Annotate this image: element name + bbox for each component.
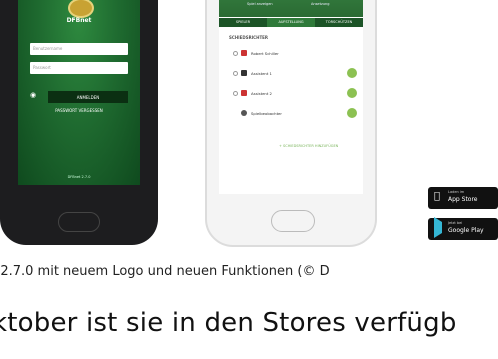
google-play-icon bbox=[434, 217, 442, 238]
list-item-label: Assistent 2 bbox=[251, 91, 272, 96]
home-button bbox=[58, 212, 100, 232]
list-item-label: Spielbeobachter bbox=[251, 111, 282, 116]
tab-bar: SPIELER AUFSTELLUNG TORSCHÜTZEN bbox=[219, 18, 363, 27]
whistle-icon bbox=[241, 50, 247, 56]
login-screen: DFBnet Benutzername Passwort ◉ ANMELDEN … bbox=[18, 0, 140, 185]
app-store-label: App Store bbox=[448, 196, 478, 203]
add-referee-link[interactable]: + SCHIEDSRICHTER HINZUFÜGEN bbox=[279, 144, 338, 148]
promo-image: DFBnet Benutzername Passwort ◉ ANMELDEN … bbox=[0, 0, 498, 250]
list-item-label: Assistent 1 bbox=[251, 71, 272, 76]
list-item[interactable]: Assistent 1 bbox=[233, 68, 357, 80]
app-store-small-label: Laden im bbox=[448, 190, 465, 194]
add-icon[interactable] bbox=[347, 88, 357, 98]
tab-players[interactable]: SPIELER bbox=[219, 18, 267, 27]
apple-icon:  bbox=[434, 192, 440, 202]
version-footer: DFBnet 2.7.0 bbox=[67, 175, 91, 179]
tab-scorers[interactable]: TORSCHÜTZEN bbox=[315, 18, 363, 27]
header-left-label: Spiel anzeigen bbox=[247, 2, 273, 6]
list-item[interactable]: Spielbeobachter bbox=[233, 108, 357, 120]
brand-label: DFBnet bbox=[66, 17, 92, 24]
image-caption: op 2.7.0 mit neuem Logo und neuen Funkti… bbox=[0, 264, 330, 279]
match-screen: Spiel anzeigen Ansetzung SPIELER AUFSTEL… bbox=[219, 0, 363, 194]
home-button bbox=[271, 210, 315, 232]
app-store-badge[interactable]:  Laden im App Store bbox=[428, 187, 498, 209]
add-icon[interactable] bbox=[347, 68, 357, 78]
eye-icon[interactable]: ◉ bbox=[30, 91, 42, 103]
list-item-label: Robert Schiller bbox=[251, 51, 279, 56]
flag-icon bbox=[241, 70, 247, 76]
section-title: SCHIEDSRICHTER bbox=[229, 35, 268, 40]
google-play-small-label: Jetzt bei bbox=[448, 221, 463, 225]
password-field[interactable]: Passwort bbox=[30, 62, 128, 74]
username-field[interactable]: Benutzername bbox=[30, 43, 128, 55]
radio-icon[interactable] bbox=[233, 51, 238, 56]
google-play-label: Google Play bbox=[448, 227, 484, 234]
list-item[interactable]: Robert Schiller bbox=[233, 48, 357, 60]
person-icon bbox=[241, 110, 247, 116]
phone-left: DFBnet Benutzername Passwort ◉ ANMELDEN … bbox=[0, 0, 158, 245]
tab-lineup[interactable]: AUFSTELLUNG bbox=[267, 18, 315, 27]
forgot-password-link[interactable]: PASSWORT VERGESSEN bbox=[18, 108, 140, 113]
add-icon[interactable] bbox=[347, 108, 357, 118]
phone-right: Spiel anzeigen Ansetzung SPIELER AUFSTEL… bbox=[205, 0, 377, 247]
header-right-label: Ansetzung bbox=[311, 2, 330, 6]
radio-icon[interactable] bbox=[233, 91, 238, 96]
list-item[interactable]: Assistent 2 bbox=[233, 88, 357, 100]
dfb-logo-icon bbox=[68, 0, 94, 18]
screen-header: Spiel anzeigen Ansetzung bbox=[219, 0, 363, 17]
article-heading: ktober ist sie in den Stores verfügb bbox=[0, 308, 457, 338]
radio-icon[interactable] bbox=[233, 71, 238, 76]
login-button[interactable]: ANMELDEN bbox=[48, 91, 128, 103]
flag-icon bbox=[241, 90, 247, 96]
google-play-badge[interactable]: Jetzt bei Google Play bbox=[428, 217, 498, 240]
